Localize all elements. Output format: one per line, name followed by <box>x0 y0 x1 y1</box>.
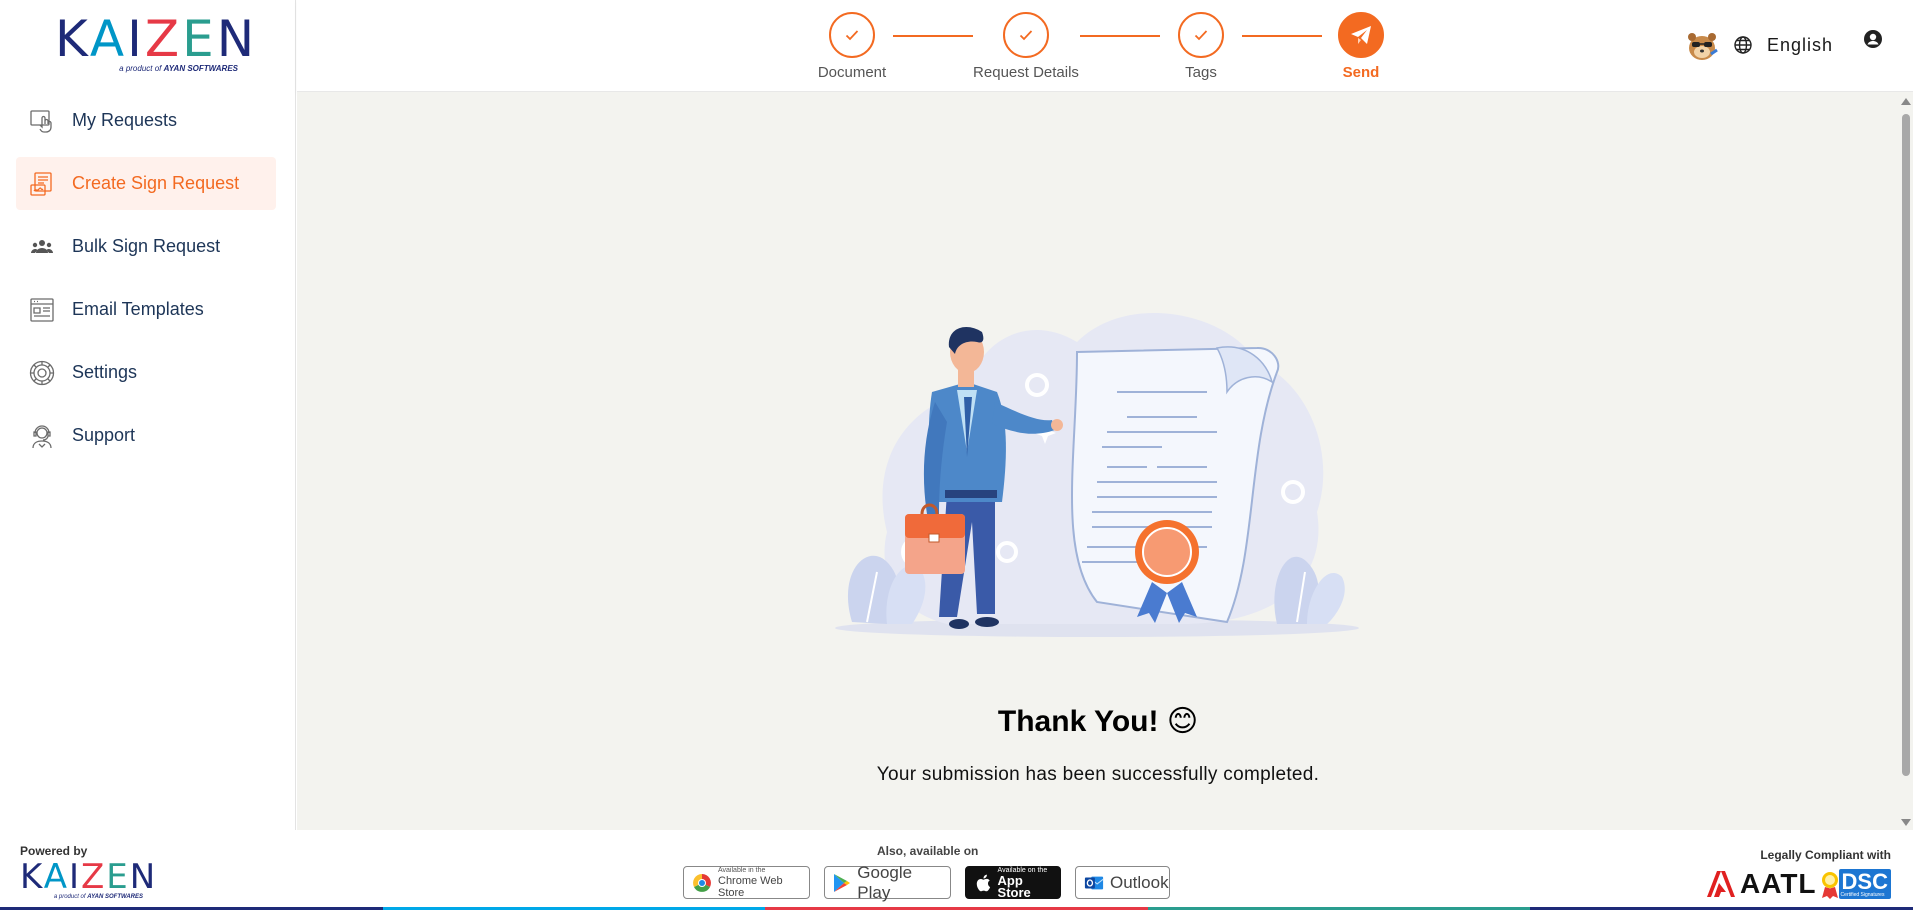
footer-kaizen-logo[interactable]: KAIZEN a product of AYAN SOFTWARES <box>20 857 158 902</box>
sidebar-item-label: Settings <box>72 362 138 382</box>
logo-wordmark: KAIZEN <box>20 857 158 897</box>
check-icon <box>1178 12 1224 58</box>
scroll-thumb[interactable] <box>1902 114 1910 776</box>
outlook-badge[interactable]: Outlook <box>1075 866 1170 899</box>
support-agent-icon <box>28 422 56 450</box>
step-tags[interactable]: Tags <box>1121 12 1281 81</box>
scroll-down-arrow-icon[interactable] <box>1901 819 1911 826</box>
legally-compliant-label: Legally Compliant with <box>1760 848 1891 862</box>
sidebar-item-create-sign-request[interactable]: Create Sign Request <box>16 157 276 210</box>
scroll-up-arrow-icon[interactable] <box>1901 98 1911 105</box>
powered-by-label: Powered by <box>20 844 88 858</box>
header-actions: English <box>1683 20 1913 70</box>
paper-plane-icon <box>1338 12 1384 58</box>
kaizen-logo[interactable]: KAIZEN a product of AYAN SOFTWARES <box>55 10 258 73</box>
step-document[interactable]: Document <box>772 12 932 81</box>
store-label: Outlook <box>1110 872 1169 892</box>
user-account-icon[interactable] <box>1863 29 1883 49</box>
footer: Powered by KAIZEN a product of AYAN SOFT… <box>0 830 1913 910</box>
sidebar-item-label: Create Sign Request <box>72 173 240 193</box>
store-big-text: Chrome Web Store <box>718 874 783 899</box>
award-ribbon-icon <box>1821 872 1838 899</box>
document-sign-icon <box>28 170 56 198</box>
compliance-badges: AATL DSC Certified Signatures <box>1706 868 1891 900</box>
globe-icon[interactable] <box>1733 35 1753 55</box>
sidebar-item-bulk-sign-request[interactable]: Bulk Sign Request <box>16 220 276 273</box>
dsc-badge: DSC Certified Signatures <box>1821 869 1891 899</box>
sidebar: KAIZEN a product of AYAN SOFTWARES My Re… <box>0 0 296 830</box>
store-big-text: App Store <box>997 872 1031 900</box>
outlook-icon <box>1084 873 1104 893</box>
dsc-label: DSC Certified Signatures <box>1838 869 1891 899</box>
google-play-icon <box>833 873 851 893</box>
chrome-icon <box>692 873 712 893</box>
check-icon <box>829 12 875 58</box>
store-small-text: Available in the <box>718 866 766 874</box>
hand-pointer-icon <box>28 107 56 135</box>
step-request-details[interactable]: Request Details <box>946 12 1106 81</box>
check-icon <box>1003 12 1049 58</box>
sidebar-item-label: My Requests <box>72 110 178 130</box>
logo-wordmark: KAIZEN <box>55 10 258 68</box>
sidebar-item-label: Email Templates <box>72 299 204 319</box>
sidebar-item-email-templates[interactable]: Email Templates <box>16 283 276 336</box>
apple-icon <box>974 873 992 893</box>
success-message: Your submission has been successfully co… <box>876 764 1320 785</box>
logo-tagline: a product of AYAN SOFTWARES <box>53 894 143 900</box>
google-play-badge[interactable]: Google Play <box>824 863 951 902</box>
step-send[interactable]: Send <box>1281 12 1441 81</box>
top-header: Document Request Details Tags Send Engli… <box>297 0 1913 92</box>
app-store-badge[interactable]: Available on the App Store <box>965 866 1061 899</box>
certificate-illustration <box>835 313 1359 637</box>
sidebar-item-label: Support <box>72 425 136 445</box>
aatl-label: AATL <box>1739 868 1817 899</box>
gear-icon <box>28 359 56 387</box>
step-label: Document <box>817 64 887 81</box>
main-content: Thank You! 😊 Your submission has been su… <box>297 92 1899 830</box>
step-label: Send <box>1342 64 1380 81</box>
language-selector[interactable]: English <box>1767 35 1833 56</box>
group-icon <box>28 233 56 261</box>
store-badges: Available in the Chrome Web Store Google… <box>683 863 1184 902</box>
store-label: Google Play <box>857 862 913 902</box>
sidebar-nav: My Requests Create Sign Request Bulk Sig… <box>16 94 276 472</box>
chrome-web-store-badge[interactable]: Available in the Chrome Web Store <box>683 866 810 899</box>
smile-emoji-icon: 😊 <box>1166 705 1199 738</box>
logo-tagline: a product of AYAN SOFTWARES <box>119 64 238 73</box>
also-available-label: Also, available on <box>877 844 979 858</box>
mascot-avatar[interactable] <box>1683 26 1721 64</box>
template-icon <box>28 296 56 324</box>
sidebar-item-support[interactable]: Support <box>16 409 276 462</box>
adobe-icon <box>1706 871 1735 897</box>
sidebar-item-label: Bulk Sign Request <box>72 236 221 256</box>
sidebar-item-my-requests[interactable]: My Requests <box>16 94 276 147</box>
step-label: Tags <box>1185 64 1217 81</box>
sidebar-item-settings[interactable]: Settings <box>16 346 276 399</box>
step-label: Request Details <box>973 64 1079 81</box>
thank-you-heading: Thank You! 😊 <box>997 705 1199 738</box>
vertical-scrollbar[interactable] <box>1899 92 1913 830</box>
